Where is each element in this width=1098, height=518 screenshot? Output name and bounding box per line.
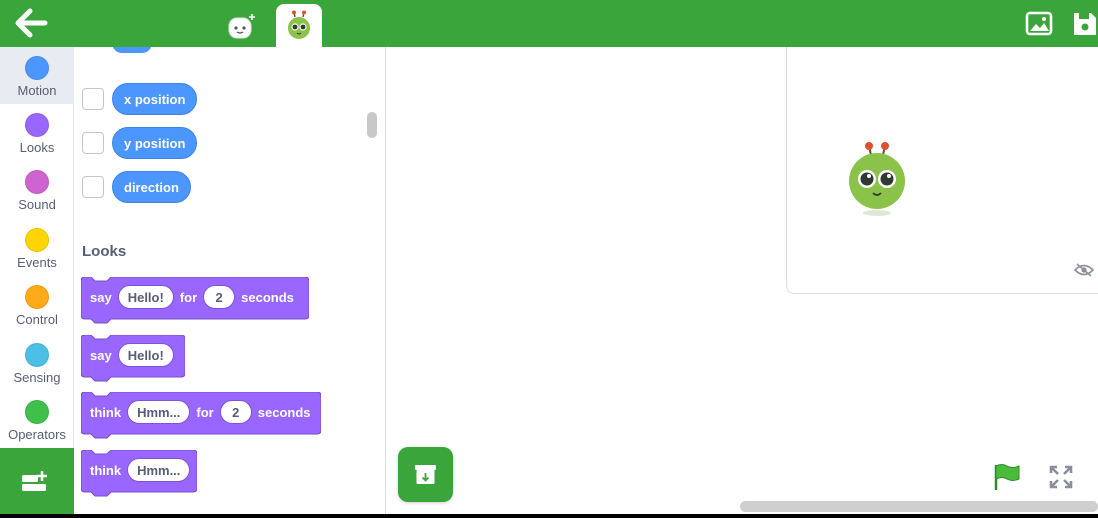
- category-label: Events: [17, 255, 57, 270]
- sprite-tab-green[interactable]: [276, 4, 322, 47]
- add-extension-button[interactable]: [0, 448, 74, 518]
- block-word: seconds: [241, 289, 294, 305]
- block-content: think Hmm... for 2 seconds: [81, 392, 311, 432]
- fullscreen-button[interactable]: [1049, 465, 1073, 494]
- category-looks[interactable]: Looks: [0, 104, 74, 161]
- category-control[interactable]: Control: [0, 276, 74, 333]
- image-icon: [1025, 11, 1053, 36]
- y-position-checkbox[interactable]: [82, 132, 104, 154]
- arrow-left-icon: [15, 8, 48, 38]
- block-word: seconds: [257, 404, 311, 420]
- top-bar: [0, 0, 1098, 47]
- category-events[interactable]: Events: [0, 219, 74, 276]
- horizontal-scrollbar[interactable]: [740, 501, 1098, 512]
- message-input[interactable]: Hello!: [117, 285, 174, 309]
- block-word: say: [90, 347, 112, 363]
- white-robot-sprite-icon: [228, 13, 255, 38]
- say-for-seconds-block[interactable]: say Hello! for 2 seconds: [81, 277, 309, 324]
- backdrop-button[interactable]: [1025, 10, 1053, 38]
- motion-dot-icon: [25, 56, 49, 80]
- direction-checkbox[interactable]: [82, 176, 104, 198]
- block-content: say Hello! for 2 seconds: [81, 277, 294, 317]
- fullscreen-icon: [1049, 465, 1073, 489]
- back-button[interactable]: [14, 8, 48, 38]
- seconds-input[interactable]: 2: [203, 285, 236, 309]
- sensing-dot-icon: [25, 343, 49, 367]
- think-block[interactable]: think Hmm...: [81, 450, 197, 497]
- block-content: think Hmm...: [81, 450, 191, 490]
- events-dot-icon: [25, 228, 49, 252]
- block-word: for: [179, 289, 198, 305]
- block-content: say Hello!: [81, 335, 174, 375]
- block-word: think: [90, 462, 122, 478]
- category-sensing[interactable]: Sensing: [0, 334, 74, 391]
- direction-reporter[interactable]: direction: [112, 171, 191, 203]
- control-dot-icon: [25, 285, 49, 309]
- operators-dot-icon: [25, 400, 49, 424]
- sprite-tab-white[interactable]: [218, 4, 264, 47]
- backpack-button[interactable]: [398, 447, 453, 502]
- block-word: think: [90, 404, 122, 420]
- green-alien-sprite-icon[interactable]: [847, 141, 907, 221]
- category-label: Operators: [8, 427, 66, 442]
- palette-scrollbar[interactable]: [367, 112, 377, 138]
- category-label: Control: [16, 312, 58, 327]
- looks-section-title: Looks: [82, 243, 127, 260]
- save-project-button[interactable]: [1071, 10, 1098, 38]
- green-flag-button[interactable]: [992, 463, 1022, 496]
- message-input[interactable]: Hmm...: [127, 400, 191, 424]
- category-menu: Motion Looks Sound Events Control Sensin…: [0, 47, 74, 448]
- block-palette: x position y position direction Looks sa…: [74, 47, 386, 518]
- category-operators[interactable]: Operators: [0, 391, 74, 448]
- x-position-checkbox[interactable]: [82, 88, 104, 110]
- category-motion[interactable]: Motion: [0, 47, 74, 104]
- block-word: say: [90, 289, 112, 305]
- seconds-input[interactable]: 2: [219, 400, 252, 424]
- save-disk-icon: [1074, 13, 1096, 35]
- category-label: Looks: [19, 140, 55, 155]
- sound-dot-icon: [25, 170, 49, 194]
- block-word: for: [196, 404, 214, 420]
- eye-slash-icon[interactable]: [1074, 263, 1094, 277]
- looks-dot-icon: [25, 113, 49, 137]
- archive-download-icon: [415, 465, 436, 484]
- think-for-seconds-block[interactable]: think Hmm... for 2 seconds: [81, 392, 321, 439]
- category-label: Sensing: [13, 370, 61, 385]
- category-label: Sound: [18, 197, 56, 212]
- message-input[interactable]: Hmm...: [127, 458, 191, 482]
- partial-motion-block[interactable]: [112, 47, 152, 53]
- x-position-reporter[interactable]: x position: [112, 83, 198, 115]
- green-alien-sprite-icon: [288, 10, 310, 39]
- add-extension-icon: [22, 471, 47, 491]
- stage[interactable]: [786, 47, 1098, 294]
- message-input[interactable]: Hello!: [117, 343, 174, 367]
- category-label: Motion: [17, 83, 57, 98]
- category-sound[interactable]: Sound: [0, 161, 74, 218]
- y-position-reporter[interactable]: y position: [112, 127, 198, 159]
- green-flag-icon: [994, 464, 1020, 490]
- bottom-border: [0, 514, 1098, 518]
- say-block[interactable]: say Hello!: [81, 335, 185, 382]
